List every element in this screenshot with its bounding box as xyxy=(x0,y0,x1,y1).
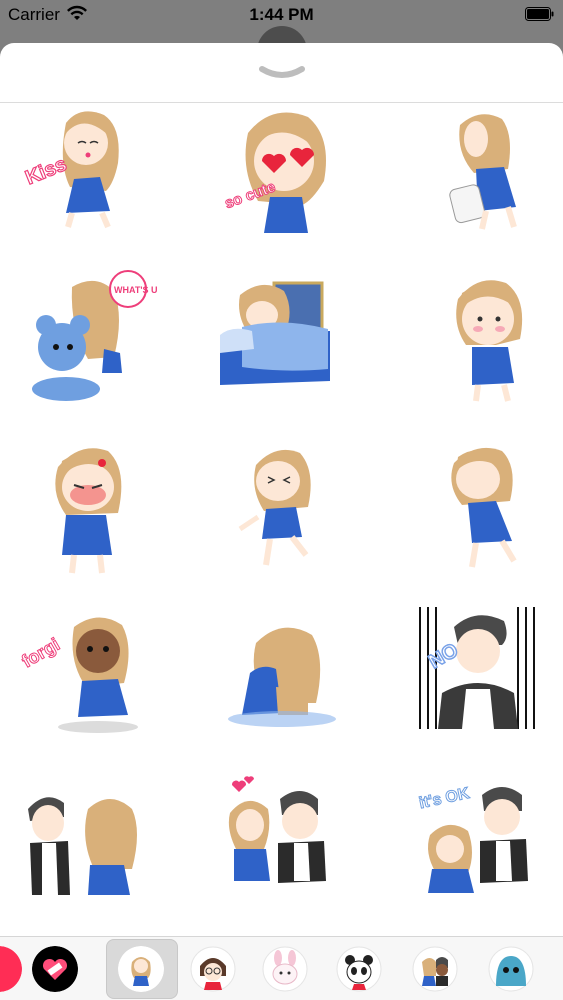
girl-kiss-image: Kiss xyxy=(22,111,119,229)
girl-kneeling-image: forgi xyxy=(18,617,138,733)
girl-shy-image xyxy=(456,280,523,402)
girl-angry-image xyxy=(55,448,122,574)
sticker-caption: it's OK xyxy=(418,785,472,812)
sticker-bed[interactable] xyxy=(212,269,352,409)
sticker-angry[interactable] xyxy=(18,437,158,577)
sticker-kiss[interactable]: Kiss xyxy=(18,103,158,243)
blue-monster-icon[interactable] xyxy=(488,946,534,992)
sticker-walk-away[interactable] xyxy=(416,437,556,577)
couple-hearts-image xyxy=(228,776,326,883)
couple-icon[interactable] xyxy=(412,946,458,992)
boy-no-image: NO xyxy=(414,607,538,729)
couple-whisper-image xyxy=(28,797,137,895)
bear-and-girl-image: WHAT'S UP xyxy=(32,270,158,401)
sticker-its-ok[interactable]: it's OK xyxy=(416,769,556,909)
sticker-caption: Kiss xyxy=(22,153,69,189)
red-app-icon[interactable] xyxy=(0,946,22,992)
sticker-whats-up[interactable]: WHAT'S UP xyxy=(18,269,158,409)
sticker-no[interactable]: NO xyxy=(414,603,554,743)
girl-walking-image xyxy=(451,447,517,568)
sticker-so-cute[interactable]: so cute xyxy=(212,103,352,243)
chevron-down-icon[interactable] xyxy=(258,65,306,81)
sticker-couple-whisper[interactable] xyxy=(18,769,158,909)
girl-in-bed-image xyxy=(220,281,330,385)
sticker-shy[interactable] xyxy=(416,269,556,409)
sticker-grid: Kiss so cute WHAT'S U forgi NO it's OK xyxy=(0,103,563,933)
clock: 1:44 PM xyxy=(249,5,314,24)
sticker-sheet: Kiss so cute WHAT'S U forgi NO it's OK xyxy=(0,43,563,1000)
heart-bandage-icon[interactable] xyxy=(32,946,78,992)
girl-crying-run-image xyxy=(238,449,311,566)
imessage-app-drawer xyxy=(0,936,563,1000)
sticker-pillow[interactable] xyxy=(416,103,556,243)
girl-heart-eyes-image: so cute xyxy=(222,112,326,233)
sticker-forgive[interactable]: forgi xyxy=(18,603,158,743)
panda-icon[interactable] xyxy=(336,946,382,992)
sticker-cry-run[interactable] xyxy=(212,437,352,577)
sticker-sad-sit[interactable] xyxy=(212,603,352,743)
sticker-couple-hearts[interactable] xyxy=(212,769,352,909)
sticker-caption: forgi xyxy=(18,634,63,671)
sticker-caption: WHAT'S UP xyxy=(114,285,158,295)
girl-sticker-icon[interactable] xyxy=(118,946,164,992)
girl-sitting-sad-image xyxy=(228,627,336,727)
girl-pillow-image xyxy=(449,114,517,230)
bunny-icon[interactable] xyxy=(262,946,308,992)
glasses-girl-icon[interactable] xyxy=(190,946,236,992)
battery-icon xyxy=(525,7,554,21)
couple-its-ok-image: it's OK xyxy=(417,784,528,893)
